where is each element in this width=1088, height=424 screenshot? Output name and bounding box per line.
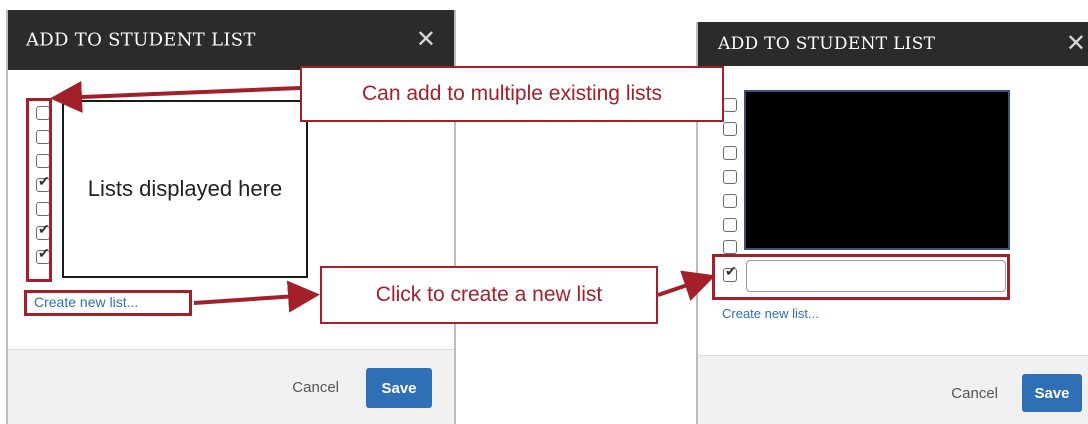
arrow-to-new-list — [657, 270, 716, 301]
arrow-to-checkboxes — [50, 81, 301, 113]
arrow-to-create-callout — [193, 280, 320, 313]
annotation-arrows — [50, 81, 716, 313]
